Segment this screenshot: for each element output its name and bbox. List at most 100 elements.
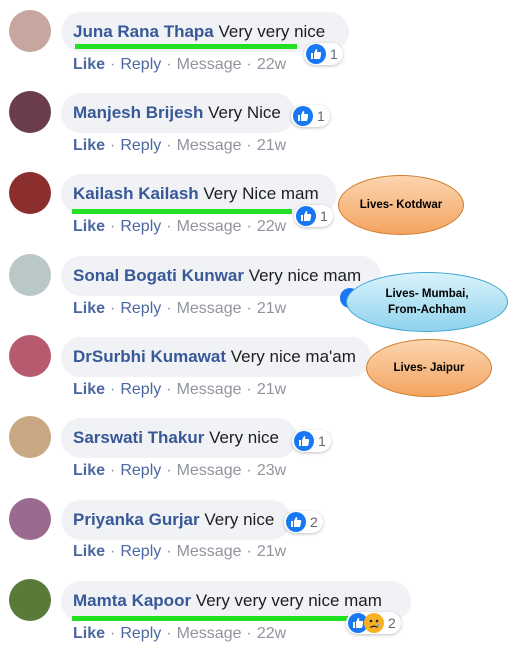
avatar[interactable] bbox=[9, 416, 51, 458]
like-icon bbox=[296, 206, 316, 226]
separator: · bbox=[246, 625, 252, 642]
message-link[interactable]: Message bbox=[177, 543, 242, 560]
reaction-count[interactable]: 2 bbox=[346, 612, 401, 634]
separator: · bbox=[110, 462, 116, 479]
separator: · bbox=[166, 137, 172, 154]
comment-actions: Like · Reply · Message · 21w bbox=[73, 300, 286, 318]
separator: · bbox=[166, 300, 172, 317]
reply-link[interactable]: Reply bbox=[120, 381, 161, 398]
location-callout-mumbai: Lives- Mumbai, From-Achham bbox=[346, 272, 508, 332]
like-link[interactable]: Like bbox=[73, 462, 105, 479]
comment-author[interactable]: Kailash Kailash bbox=[73, 184, 199, 203]
separator: · bbox=[166, 218, 172, 235]
message-link[interactable]: Message bbox=[177, 300, 242, 317]
comment-author[interactable]: Sonal Bogati Kunwar bbox=[73, 266, 244, 285]
location-callout-kotdwar: Lives- Kotdwar bbox=[338, 175, 464, 235]
comment-actions: Like · Reply · Message · 21w bbox=[73, 137, 286, 155]
timestamp[interactable]: 22w bbox=[257, 218, 286, 235]
comment-bubble: Sarswati Thakur Very nice bbox=[61, 418, 297, 458]
reaction-number: 1 bbox=[318, 433, 326, 449]
comment-text: Very nice bbox=[204, 510, 275, 529]
comment-author[interactable]: Priyanka Gurjar bbox=[73, 510, 200, 529]
avatar[interactable] bbox=[9, 91, 51, 133]
separator: · bbox=[110, 56, 116, 73]
comment-actions: Like · Reply · Message · 21w bbox=[73, 381, 286, 399]
comment-actions: Like · Reply · Message · 21w bbox=[73, 543, 286, 561]
callout-text: From-Achham bbox=[388, 304, 466, 316]
avatar[interactable] bbox=[9, 10, 51, 52]
like-link[interactable]: Like bbox=[73, 625, 105, 642]
reaction-count[interactable]: 1 bbox=[294, 205, 333, 227]
comment-text: Very very nice bbox=[218, 22, 326, 41]
reaction-count[interactable]: 1 bbox=[292, 430, 331, 452]
separator: · bbox=[246, 300, 252, 317]
timestamp[interactable]: 21w bbox=[257, 543, 286, 560]
avatar[interactable] bbox=[9, 172, 51, 214]
like-link[interactable]: Like bbox=[73, 543, 105, 560]
highlight-underline bbox=[72, 616, 354, 621]
separator: · bbox=[110, 381, 116, 398]
avatar[interactable] bbox=[9, 498, 51, 540]
separator: · bbox=[166, 543, 172, 560]
comment-text: Very Nice bbox=[208, 103, 281, 122]
message-link[interactable]: Message bbox=[177, 137, 242, 154]
timestamp[interactable]: 23w bbox=[257, 462, 286, 479]
comment-author[interactable]: Juna Rana Thapa bbox=[73, 22, 214, 41]
reaction-number: 2 bbox=[310, 514, 318, 530]
reply-link[interactable]: Reply bbox=[120, 300, 161, 317]
comment-bubble: Manjesh Brijesh Very Nice bbox=[61, 93, 295, 133]
like-link[interactable]: Like bbox=[73, 218, 105, 235]
avatar[interactable] bbox=[9, 254, 51, 296]
reply-link[interactable]: Reply bbox=[120, 625, 161, 642]
like-icon bbox=[306, 44, 326, 64]
like-link[interactable]: Like bbox=[73, 137, 105, 154]
reply-link[interactable]: Reply bbox=[120, 137, 161, 154]
separator: · bbox=[110, 543, 116, 560]
avatar[interactable] bbox=[9, 579, 51, 621]
reaction-count[interactable]: 1 bbox=[304, 43, 343, 65]
message-link[interactable]: Message bbox=[177, 625, 242, 642]
message-link[interactable]: Message bbox=[177, 56, 242, 73]
message-link[interactable]: Message bbox=[177, 462, 242, 479]
reaction-count[interactable]: 1 bbox=[291, 105, 330, 127]
separator: · bbox=[246, 137, 252, 154]
avatar[interactable] bbox=[9, 335, 51, 377]
comment-author[interactable]: Mamta Kapoor bbox=[73, 591, 191, 610]
comment-author[interactable]: Sarswati Thakur bbox=[73, 428, 204, 447]
comment-actions: Like · Reply · Message · 22w bbox=[73, 625, 286, 643]
message-link[interactable]: Message bbox=[177, 381, 242, 398]
reaction-count[interactable]: 2 bbox=[284, 511, 323, 533]
timestamp[interactable]: 21w bbox=[257, 300, 286, 317]
comment-author[interactable]: DrSurbhi Kumawat bbox=[73, 347, 226, 366]
reply-link[interactable]: Reply bbox=[120, 543, 161, 560]
reply-link[interactable]: Reply bbox=[120, 56, 161, 73]
like-link[interactable]: Like bbox=[73, 56, 105, 73]
separator: · bbox=[166, 56, 172, 73]
reaction-number: 1 bbox=[320, 208, 328, 224]
reaction-number: 2 bbox=[388, 615, 396, 631]
separator: · bbox=[246, 462, 252, 479]
separator: · bbox=[110, 137, 116, 154]
timestamp[interactable]: 21w bbox=[257, 381, 286, 398]
separator: · bbox=[246, 543, 252, 560]
reply-link[interactable]: Reply bbox=[120, 218, 161, 235]
reaction-number: 1 bbox=[330, 46, 338, 62]
like-link[interactable]: Like bbox=[73, 381, 105, 398]
callout-text: Lives- Jaipur bbox=[393, 362, 465, 374]
callout-text: Lives- Kotdwar bbox=[359, 199, 443, 211]
comment-actions: Like · Reply · Message · 23w bbox=[73, 462, 286, 480]
separator: · bbox=[246, 218, 252, 235]
like-link[interactable]: Like bbox=[73, 300, 105, 317]
like-icon bbox=[294, 431, 314, 451]
like-icon bbox=[293, 106, 313, 126]
timestamp[interactable]: 22w bbox=[257, 625, 286, 642]
comment-text: Very nice mam bbox=[248, 266, 362, 285]
highlight-underline bbox=[72, 209, 292, 214]
separator: · bbox=[166, 625, 172, 642]
timestamp[interactable]: 22w bbox=[257, 56, 286, 73]
timestamp[interactable]: 21w bbox=[257, 137, 286, 154]
reply-link[interactable]: Reply bbox=[120, 462, 161, 479]
comment-author[interactable]: Manjesh Brijesh bbox=[73, 103, 203, 122]
message-link[interactable]: Message bbox=[177, 218, 242, 235]
separator: · bbox=[246, 56, 252, 73]
